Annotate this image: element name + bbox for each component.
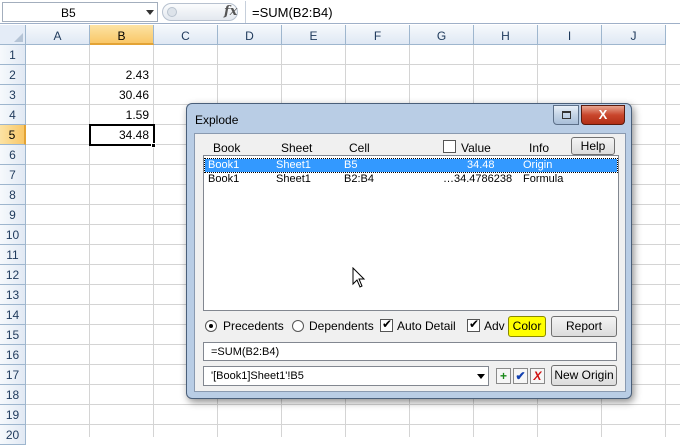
row-cell: B5 [344, 159, 358, 171]
name-box[interactable]: B5 [2, 2, 158, 22]
dependents-label: Dependents [309, 319, 374, 333]
row-header-8[interactable]: 8 [0, 185, 26, 205]
formula-bar: B5 fx =SUM(B2:B4) [0, 0, 680, 24]
address-value: '[Book1]Sheet1'!B5 [211, 370, 304, 382]
row-info: Origin [523, 159, 553, 171]
column-header-i[interactable]: I [538, 25, 602, 45]
adv-label: Adv [484, 319, 505, 333]
report-button[interactable]: Report [551, 316, 617, 337]
auto-detail-label: Auto Detail [397, 319, 456, 333]
address-combo[interactable]: '[Book1]Sheet1'!B5 [203, 366, 489, 386]
row-header-20[interactable]: 20 [0, 425, 26, 445]
new-origin-button[interactable]: New Origin [551, 365, 617, 386]
row-header-14[interactable]: 14 [0, 305, 26, 325]
row-header-19[interactable]: 19 [0, 405, 26, 425]
restore-icon [562, 111, 571, 119]
row-sheet: Sheet1 [276, 173, 311, 185]
row-header-12[interactable]: 12 [0, 265, 26, 285]
column-header-c[interactable]: C [154, 25, 218, 45]
column-header-j[interactable]: J [602, 25, 666, 45]
row-header-9[interactable]: 9 [0, 205, 26, 225]
row-header-7[interactable]: 7 [0, 165, 26, 185]
row-header-10[interactable]: 10 [0, 225, 26, 245]
cell-b4[interactable]: 1.59 [90, 105, 154, 125]
restore-button[interactable] [553, 105, 579, 125]
auto-detail-checkbox[interactable] [380, 317, 393, 332]
value-checkbox[interactable] [443, 140, 456, 153]
row-value: …34.4786238 [443, 173, 513, 185]
row-header-5[interactable]: 5 [0, 125, 26, 145]
list-item[interactable]: Book1 Sheet1 B2:B4 …34.4786238 Formula [205, 173, 617, 186]
dialog-client: Book Sheet Cell Value Info Help Book1 Sh… [194, 133, 626, 392]
column-header-e[interactable]: E [282, 25, 346, 45]
row-header-3[interactable]: 3 [0, 85, 26, 105]
select-all-button[interactable] [0, 25, 26, 45]
select-all-icon [14, 33, 23, 42]
row-header-4[interactable]: 4 [0, 105, 26, 125]
header-value: Value [461, 141, 491, 155]
row-header-11[interactable]: 11 [0, 245, 26, 265]
splitter-knob-icon[interactable] [167, 7, 177, 17]
row-header-1[interactable]: 1 [0, 45, 26, 65]
add-icon[interactable]: + [496, 368, 511, 384]
header-sheet: Sheet [281, 141, 313, 155]
row-cell: B2:B4 [344, 173, 374, 185]
chevron-down-icon[interactable] [477, 374, 485, 379]
explode-dialog: Explode X Book Sheet Cell Value Info Hel… [186, 103, 632, 399]
column-header-b[interactable]: B [90, 25, 154, 45]
column-header-h[interactable]: H [474, 25, 538, 45]
insert-function-icon[interactable]: fx [224, 4, 237, 19]
cancel-icon[interactable]: X [530, 368, 545, 384]
row-header-17[interactable]: 17 [0, 365, 26, 385]
row-header-15[interactable]: 15 [0, 325, 26, 345]
dialog-title: Explode [195, 113, 239, 127]
adv-checkbox[interactable] [467, 317, 480, 332]
formula-input[interactable]: =SUM(B2:B4) [245, 1, 680, 23]
row-header-2[interactable]: 2 [0, 65, 26, 85]
results-list[interactable]: Book1 Sheet1 B5 34.48 Origin Book1 Sheet… [203, 155, 619, 311]
row-book: Book1 [208, 159, 240, 171]
header-book: Book [213, 141, 241, 155]
cell-b5[interactable]: 34.48 [90, 125, 154, 145]
row-info: Formula [523, 173, 564, 185]
row-header-18[interactable]: 18 [0, 385, 26, 405]
header-cell: Cell [349, 141, 370, 155]
mouse-pointer-icon [352, 267, 366, 288]
row-value: 34.48 [467, 159, 495, 171]
chevron-down-icon[interactable] [146, 10, 154, 15]
close-icon: X [598, 107, 608, 122]
cell-b3[interactable]: 30.46 [90, 85, 154, 105]
row-header-16[interactable]: 16 [0, 345, 26, 365]
cell-b2[interactable]: 2.43 [90, 65, 154, 85]
close-button[interactable]: X [581, 105, 625, 125]
fill-handle[interactable] [151, 143, 156, 148]
formula-display[interactable]: =SUM(B2:B4) [203, 342, 617, 361]
header-info: Info [529, 141, 550, 155]
checkmark-icon[interactable]: ✔ [513, 368, 528, 384]
column-header-g[interactable]: G [410, 25, 474, 45]
precedents-radio[interactable] [205, 320, 217, 332]
dependents-radio[interactable] [292, 320, 304, 332]
name-box-value: B5 [61, 6, 76, 20]
precedents-label: Precedents [223, 319, 284, 333]
column-header-d[interactable]: D [218, 25, 282, 45]
column-header-a[interactable]: A [26, 25, 90, 45]
list-item[interactable]: Book1 Sheet1 B5 34.48 Origin [204, 158, 618, 173]
row-book: Book1 [208, 173, 240, 185]
row-sheet: Sheet1 [276, 159, 311, 171]
row-header-6[interactable]: 6 [0, 145, 26, 165]
row-header-13[interactable]: 13 [0, 285, 26, 305]
help-button[interactable]: Help [571, 137, 615, 155]
color-button[interactable]: Color [508, 316, 546, 337]
column-header-f[interactable]: F [346, 25, 410, 45]
